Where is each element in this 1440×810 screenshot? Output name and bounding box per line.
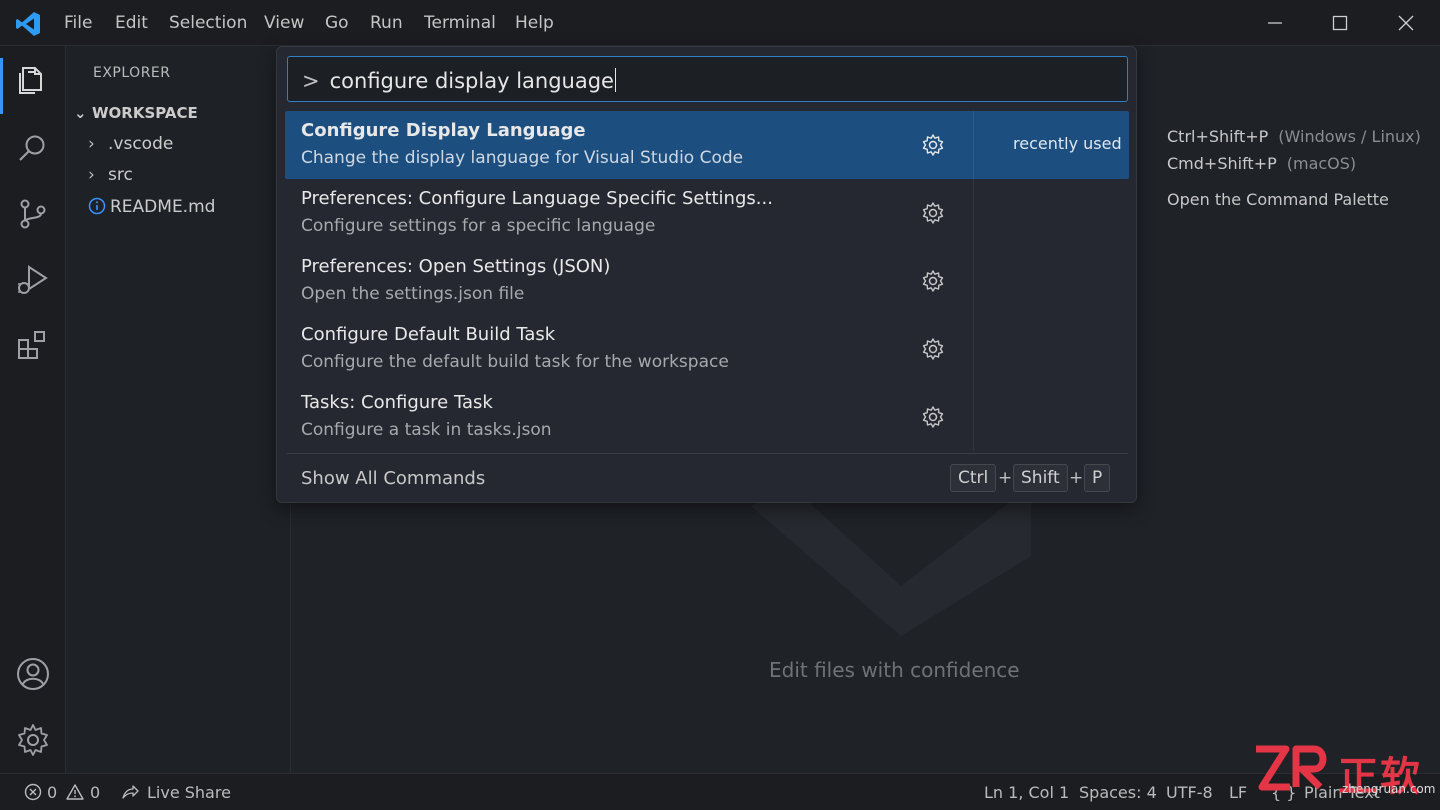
gear-icon[interactable] [921, 405, 945, 429]
title-bar: File Edit Selection View Go Run Terminal… [0, 0, 1440, 46]
menu-view[interactable]: View [264, 13, 304, 33]
activity-bar [0, 46, 66, 773]
hint-shortcut-macos: Cmd+Shift+P (macOS) [1167, 154, 1356, 173]
command-prompt: > [302, 69, 320, 93]
palette-footer-divider [287, 453, 1128, 454]
recently-used-badge: recently used [1013, 134, 1122, 153]
command-results: Configure Display Language Change the di… [285, 111, 1129, 451]
row-divider [973, 315, 974, 383]
gear-icon[interactable] [921, 201, 945, 225]
command-description: Configure the default build task for the… [301, 352, 729, 372]
command-label: Configure Display Language [301, 120, 586, 141]
editor-tagline: Edit files with confidence [769, 658, 1020, 682]
command-result-row[interactable]: Tasks: Configure Task Configure a task i… [285, 383, 1129, 451]
chevron-down-icon: ⌄ [74, 104, 87, 122]
tree-item-src[interactable]: › src [88, 165, 133, 185]
info-icon [88, 197, 106, 215]
keycap-plus: + [1069, 468, 1084, 488]
command-palette: > configure display language Configure Di… [276, 46, 1137, 503]
row-divider [973, 179, 974, 247]
close-icon[interactable] [1395, 12, 1417, 34]
keycap-plus: + [998, 468, 1013, 488]
hint-shortcut-windows: Ctrl+Shift+P (Windows / Linux) [1167, 127, 1421, 146]
vscode-window: File Edit Selection View Go Run Terminal… [0, 0, 1440, 810]
menu-run[interactable]: Run [370, 13, 403, 33]
menu-go[interactable]: Go [325, 13, 349, 33]
run-debug-icon[interactable] [15, 262, 51, 298]
minimize-icon[interactable] [1264, 12, 1286, 34]
explorer-icon[interactable] [15, 62, 51, 98]
hint-action: Open the Command Palette [1167, 190, 1389, 209]
maximize-icon[interactable] [1329, 12, 1351, 34]
indentation[interactable]: Spaces: 4 [1079, 783, 1157, 802]
gear-icon[interactable] [921, 269, 945, 293]
command-result-row[interactable]: Configure Default Build Task Configure t… [285, 315, 1129, 383]
command-label: Tasks: Configure Task [301, 392, 493, 413]
menu-terminal[interactable]: Terminal [424, 13, 496, 33]
command-description: Configure settings for a specific langua… [301, 216, 656, 236]
brand-url: zhengruan.com [1342, 782, 1436, 796]
encoding[interactable]: UTF-8 [1166, 783, 1213, 802]
command-result-row[interactable]: Configure Display Language Change the di… [285, 111, 1129, 179]
hint-shortcut-win: Ctrl+Shift+P [1167, 127, 1269, 146]
source-control-icon[interactable] [15, 196, 51, 232]
hint-shortcut-mac-note: (macOS) [1286, 154, 1357, 173]
command-description: Open the settings.json file [301, 284, 525, 304]
command-result-row[interactable]: Preferences: Open Settings (JSON) Open t… [285, 247, 1129, 315]
live-share-icon[interactable] [121, 783, 139, 801]
warning-icon[interactable] [66, 783, 84, 801]
workspace-label: WORKSPACE [92, 104, 198, 122]
command-label: Preferences: Configure Language Specific… [301, 188, 773, 209]
keycap-p: P [1084, 464, 1111, 492]
row-divider [973, 111, 974, 179]
chevron-right-icon: › [88, 165, 95, 185]
sidebar-title: EXPLORER [93, 65, 171, 81]
keycap-shift: Shift [1013, 464, 1068, 492]
command-query: configure display language [329, 69, 614, 93]
command-description: Change the display language for Visual S… [301, 148, 744, 168]
explorer-sidebar: EXPLORER ⌄ WORKSPACE › .vscode › src README… [66, 46, 291, 773]
command-result-row[interactable]: Preferences: Configure Language Specific… [285, 179, 1129, 247]
error-count[interactable]: 0 [47, 783, 57, 802]
command-label: Configure Default Build Task [301, 324, 556, 345]
extensions-icon[interactable] [15, 328, 51, 364]
status-bar: 0 0 Live Share Ln 1, Col 1 Spaces: 4 UTF… [0, 773, 1440, 810]
tree-item-readme[interactable]: README.md [88, 197, 215, 217]
menu-help[interactable]: Help [515, 13, 554, 33]
live-share-label[interactable]: Live Share [147, 783, 231, 802]
text-caret [614, 68, 616, 92]
workspace-header[interactable]: ⌄ WORKSPACE [74, 104, 198, 122]
tree-item-label: src [108, 165, 133, 185]
chevron-right-icon: › [88, 134, 95, 154]
command-description: Configure a task in tasks.json [301, 420, 552, 440]
error-icon[interactable] [24, 783, 42, 801]
cursor-position[interactable]: Ln 1, Col 1 [984, 783, 1069, 802]
command-input[interactable]: > configure display language [287, 56, 1128, 102]
vscode-logo-icon [16, 12, 40, 36]
row-divider [973, 383, 974, 451]
row-divider [973, 247, 974, 315]
keycap-ctrl: Ctrl [950, 464, 997, 492]
end-of-line[interactable]: LF [1229, 783, 1247, 802]
hint-shortcut-win-note: (Windows / Linux) [1278, 127, 1421, 146]
menu-edit[interactable]: Edit [115, 13, 148, 33]
menu-file[interactable]: File [64, 13, 92, 33]
warning-count[interactable]: 0 [90, 783, 100, 802]
tree-item-label: README.md [110, 197, 216, 217]
tree-item-label: .vscode [108, 134, 174, 154]
search-icon[interactable] [15, 130, 51, 166]
active-indicator [0, 58, 3, 114]
command-label: Preferences: Open Settings (JSON) [301, 256, 611, 277]
gear-icon[interactable] [921, 337, 945, 361]
show-all-commands[interactable]: Show All Commands [301, 468, 485, 489]
menu-selection[interactable]: Selection [169, 13, 247, 33]
hint-shortcut-mac: Cmd+Shift+P [1167, 154, 1277, 173]
gear-icon[interactable] [921, 133, 945, 157]
manage-gear-icon[interactable] [15, 722, 51, 758]
account-icon[interactable] [15, 656, 51, 692]
tree-item-vscode[interactable]: › .vscode [88, 134, 173, 154]
